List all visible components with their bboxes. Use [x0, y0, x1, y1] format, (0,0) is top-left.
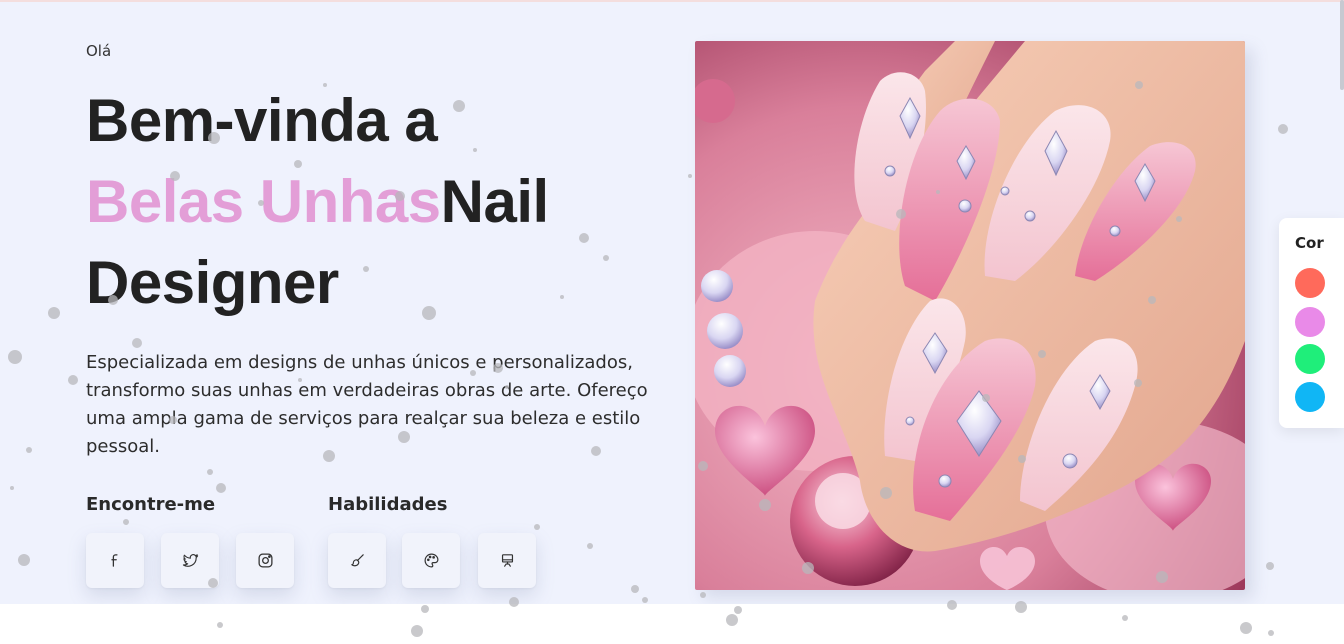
twitter-button[interactable] — [161, 533, 219, 588]
instagram-button[interactable] — [236, 533, 294, 588]
color-swatch-green[interactable] — [1295, 344, 1325, 374]
title-rest: Nail — [440, 168, 550, 235]
color-picker-panel: Cor — [1279, 218, 1344, 428]
color-swatch-pink[interactable] — [1295, 307, 1325, 337]
facebook-icon — [110, 554, 118, 567]
scrollbar-thumb[interactable] — [1340, 0, 1344, 90]
brush-skill-button[interactable] — [328, 533, 386, 588]
title-line-3: Designer — [86, 249, 339, 316]
color-panel-label: Cor — [1295, 234, 1324, 252]
greeting-text: Olá — [86, 42, 112, 60]
twitter-icon — [182, 554, 198, 567]
instagram-icon — [257, 553, 273, 568]
easel-icon — [501, 554, 513, 567]
social-heading: Encontre-me — [86, 494, 216, 515]
skills-heading: Habilidades — [328, 494, 448, 515]
brush-icon — [350, 554, 364, 567]
palette-skill-button[interactable] — [402, 533, 460, 588]
color-swatch-blue[interactable] — [1295, 382, 1325, 412]
title-accent: Belas Unhas — [86, 168, 441, 235]
hero-section: Olá Bem-vinda a Belas UnhasNail Designer… — [0, 0, 1344, 604]
color-swatch-red[interactable] — [1295, 268, 1325, 298]
page-title: Bem-vinda a Belas UnhasNail Designer — [86, 80, 666, 323]
facebook-button[interactable] — [86, 533, 144, 588]
easel-skill-button[interactable] — [478, 533, 536, 588]
nail-art-photo — [695, 41, 1245, 590]
hero-description: Especializada em designs de unhas únicos… — [86, 352, 648, 457]
palette-icon — [424, 553, 438, 568]
top-divider — [0, 0, 1344, 2]
title-line-1: Bem-vinda a — [86, 87, 438, 154]
